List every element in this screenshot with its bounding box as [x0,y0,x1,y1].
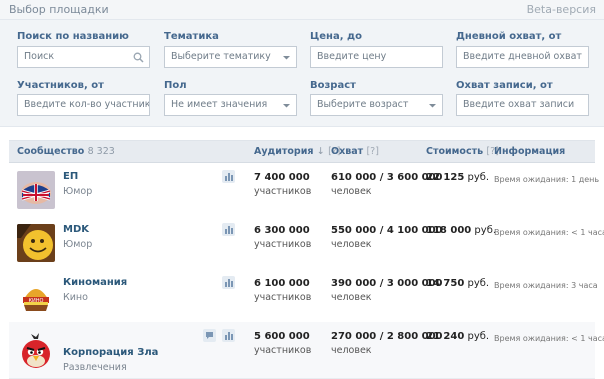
avatar[interactable] [17,332,55,370]
price-currency: руб. [467,172,490,183]
avatar[interactable]: КИНО [17,277,55,315]
filters-panel: Поиск по названию Поиск Тематика Выберит… [0,20,604,127]
topic-select-value: Выберите тематику [171,51,271,62]
col-info-label: Информация [494,146,566,157]
community-count: 8 323 [87,146,115,157]
table-row[interactable]: КИНО Киномания Кино 6 100 000 участников… [9,269,598,323]
table-row[interactable]: ЕП Юмор 7 400 000 участников 610 000 / 3… [9,163,599,217]
community-name-link[interactable]: MDK [63,224,89,235]
age-select[interactable]: Выберите возраст [310,94,443,116]
price-currency: руб. [474,225,497,236]
price: 118 000 руб. [426,225,496,236]
members-input[interactable]: Введите кол-во участников [17,94,150,116]
table-row[interactable]: Корпорация Зла Развлечения 5 600 000 уча… [9,322,604,379]
community-category: Развлечения [63,362,127,373]
community-category: Юмор [63,239,93,250]
audience-value: 6 100 000 [254,278,310,289]
col-reach[interactable]: Охват [?] [331,146,379,157]
community-name-link[interactable]: Корпорация Зла [63,347,158,358]
stats-icon[interactable] [222,223,235,236]
wait-time: Время ожидания: < 1 часа [494,334,604,343]
audience-value: 6 300 000 [254,225,310,236]
filter-label-members: Участников, от [17,80,104,91]
search-placeholder: Поиск [24,51,55,62]
audience-unit: участников [254,292,312,303]
avatar[interactable] [17,224,55,262]
filter-label-name: Поиск по названию [17,31,129,42]
col-audience[interactable]: Аудитория ↓ [?] [254,146,341,157]
gender-select-value: Не имеет значения [171,99,268,110]
reach-unit: человек [331,186,372,197]
reach-help-link[interactable]: [?] [366,146,378,157]
gender-select[interactable]: Не имеет значения [164,94,297,116]
col-info: Информация [494,146,565,157]
filter-label-topic: Тематика [164,31,219,42]
daily-reach-input[interactable]: Введите дневной охват [456,46,589,68]
chevron-down-icon [283,56,290,60]
price-currency: руб. [467,278,490,289]
community-name-link[interactable]: Киномания [63,277,127,288]
price-value: 118 000 [426,225,472,236]
search-icon[interactable] [133,52,144,63]
col-reach-label: Охват [331,146,364,157]
members-placeholder: Введите кол-во участников [24,99,150,110]
col-audience-label: Аудитория [254,146,314,157]
col-cost-label: Стоимость [426,146,484,157]
audience-unit: участников [254,239,312,250]
price-placeholder: Введите цену [317,51,387,62]
sort-arrow-icon: ↓ [316,146,325,157]
daily-reach-placeholder: Введите дневной охват [463,51,582,62]
message-icon[interactable] [203,329,216,342]
filter-label-post-reach: Охват записи, от [456,80,553,91]
avatar[interactable] [17,171,55,209]
svg-text:КИНО: КИНО [29,298,44,304]
filter-label-daily-reach: Дневной охват, от [456,31,562,42]
beta-badge[interactable]: Beta-версия [527,3,596,16]
community-category: Кино [63,292,88,303]
page-header: Выбор площадки Beta-версия [0,0,604,20]
price: 21 240 руб. [426,331,489,342]
audience-unit: участников [254,186,312,197]
audience-value: 7 400 000 [254,172,310,183]
audience-value: 5 600 000 [254,331,310,342]
page-title: Выбор площадки [9,3,109,16]
price-input[interactable]: Введите цену [310,46,443,68]
price-value: 22 125 [426,172,465,183]
reach-unit: человек [331,292,372,303]
filter-label-age: Возраст [310,80,356,91]
price-value: 14 750 [426,278,465,289]
wait-time: Время ожидания: 1 день [494,175,600,184]
filter-label-price: Цена, до [310,31,362,42]
chevron-down-icon [429,104,436,108]
audience-unit: участников [254,345,312,356]
filter-label-gender: Пол [164,80,187,91]
stats-icon[interactable] [222,170,235,183]
reach-unit: человек [331,239,372,250]
price: 14 750 руб. [426,278,489,289]
community-name-link[interactable]: ЕП [63,171,78,182]
wait-time: Время ожидания: 3 часа [494,281,598,290]
topic-select[interactable]: Выберите тематику [164,46,297,68]
search-input[interactable]: Поиск [17,46,150,68]
wait-time: Время ожидания: < 1 часа [494,228,604,237]
col-community[interactable]: Сообщество 8 323 [17,146,115,157]
table-header: Сообщество 8 323 Аудитория ↓ [?] Охват [… [9,140,595,163]
reach-unit: человек [331,345,372,356]
table-row[interactable]: MDK Юмор 6 300 000 участников 550 000 / … [9,216,604,270]
chevron-down-icon [283,104,290,108]
price-value: 21 240 [426,331,465,342]
stats-icon[interactable] [222,329,235,342]
stats-icon[interactable] [222,276,235,289]
col-cost[interactable]: Стоимость [?] [426,146,499,157]
col-community-label: Сообщество [17,146,85,157]
price-currency: руб. [467,331,490,342]
price: 22 125 руб. [426,172,489,183]
post-reach-placeholder: Введите охват записи [463,99,575,110]
community-category: Юмор [63,186,93,197]
post-reach-input[interactable]: Введите охват записи [456,94,589,116]
age-select-value: Выберите возраст [317,99,409,110]
